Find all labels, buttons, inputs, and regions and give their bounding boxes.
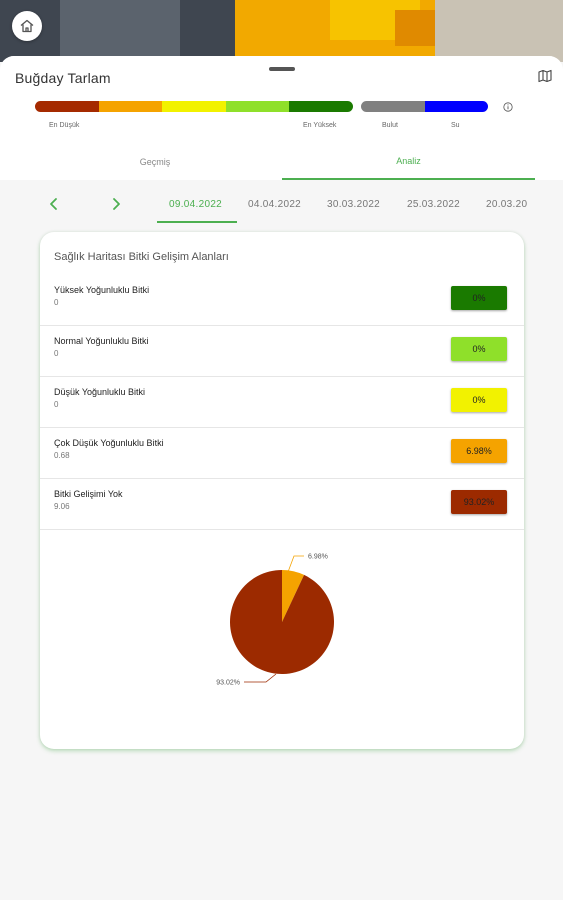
row-value: 0.68 bbox=[54, 451, 70, 460]
date-item[interactable]: 20.03.20 bbox=[486, 199, 527, 210]
legend-label-highest: En Yüksek bbox=[303, 122, 337, 129]
card-title: Sağlık Haritası Bitki Gelişim Alanları bbox=[54, 251, 229, 263]
analysis-card: Sağlık Haritası Bitki Gelişim Alanları Y… bbox=[40, 232, 524, 749]
pie-slice bbox=[229, 570, 334, 674]
field-overlay bbox=[395, 10, 435, 46]
scale-segment bbox=[162, 101, 226, 112]
list-item: Düşük Yoğunluklu Bitki 0 0% bbox=[40, 377, 524, 428]
tab-analysis[interactable]: Analiz bbox=[282, 144, 535, 180]
pie-label-line bbox=[287, 555, 304, 573]
row-label: Yüksek Yoğunluklu Bitki bbox=[54, 285, 150, 295]
tab-bar: Geçmiş Analiz bbox=[0, 144, 563, 180]
chevron-left-icon[interactable] bbox=[48, 196, 60, 212]
scale-segment bbox=[289, 101, 353, 112]
percent-badge: 6.98% bbox=[451, 439, 507, 463]
scale-segment bbox=[225, 101, 290, 112]
drag-handle[interactable] bbox=[269, 67, 295, 71]
date-item[interactable]: 30.03.2022 bbox=[327, 199, 380, 210]
sheet-header: Buğday Tarlam En Düşük En Yüksek Bulut S… bbox=[0, 56, 563, 180]
home-button[interactable] bbox=[12, 11, 42, 41]
list-item: Çok Düşük Yoğunluklu Bitki 0.68 6.98% bbox=[40, 428, 524, 479]
pie-chart-svg: 6.98% 93.02% bbox=[216, 554, 334, 687]
list-item: Yüksek Yoğunluklu Bitki 0 0% bbox=[40, 275, 524, 326]
percent-badge: 0% bbox=[451, 337, 507, 361]
bottom-sheet: Buğday Tarlam En Düşük En Yüksek Bulut S… bbox=[0, 56, 563, 900]
map-terrain bbox=[435, 0, 563, 62]
percent-badge: 93.02% bbox=[451, 490, 507, 514]
map-terrain bbox=[60, 0, 180, 62]
info-icon[interactable] bbox=[503, 102, 513, 112]
scale-segment bbox=[35, 101, 99, 112]
scale-segment bbox=[98, 101, 163, 112]
pie-label-line bbox=[244, 673, 277, 683]
chevron-right-icon[interactable] bbox=[110, 196, 122, 212]
list-item: Normal Yoğunluklu Bitki 0 0% bbox=[40, 326, 524, 377]
date-selected-indicator bbox=[157, 221, 237, 223]
percent-badge: 0% bbox=[451, 286, 507, 310]
row-value: 9.06 bbox=[54, 502, 70, 511]
date-item-selected[interactable]: 09.04.2022 bbox=[169, 199, 222, 210]
percent-badge: 0% bbox=[451, 388, 507, 412]
home-icon bbox=[20, 19, 34, 33]
date-item[interactable]: 04.04.2022 bbox=[248, 199, 301, 210]
list-item: Bitki Gelişimi Yok 9.06 93.02% bbox=[40, 479, 524, 530]
legend-label-cloud: Bulut bbox=[382, 122, 398, 129]
map-view[interactable] bbox=[0, 0, 563, 62]
pie-label: 6.98% bbox=[308, 554, 328, 561]
class-segment bbox=[424, 101, 488, 112]
row-label: Bitki Gelişimi Yok bbox=[54, 489, 123, 499]
cloud-water-bar bbox=[361, 101, 488, 112]
row-label: Düşük Yoğunluklu Bitki bbox=[54, 387, 146, 397]
map-icon[interactable] bbox=[537, 68, 553, 84]
pie-label: 93.02% bbox=[216, 680, 240, 687]
field-title: Buğday Tarlam bbox=[15, 70, 111, 86]
date-item[interactable]: 25.03.2022 bbox=[407, 199, 460, 210]
tab-history[interactable]: Geçmiş bbox=[30, 144, 280, 180]
row-label: Çok Düşük Yoğunluklu Bitki bbox=[54, 438, 164, 448]
class-segment bbox=[361, 101, 425, 112]
row-label: Normal Yoğunluklu Bitki bbox=[54, 336, 149, 346]
health-scale-bar bbox=[35, 101, 353, 112]
pie-chart: 6.98% 93.02% bbox=[40, 532, 524, 712]
legend-label-lowest: En Düşük bbox=[49, 122, 80, 129]
row-value: 0 bbox=[54, 298, 59, 307]
row-value: 0 bbox=[54, 349, 59, 358]
legend-label-water: Su bbox=[451, 122, 460, 129]
row-value: 0 bbox=[54, 400, 59, 409]
